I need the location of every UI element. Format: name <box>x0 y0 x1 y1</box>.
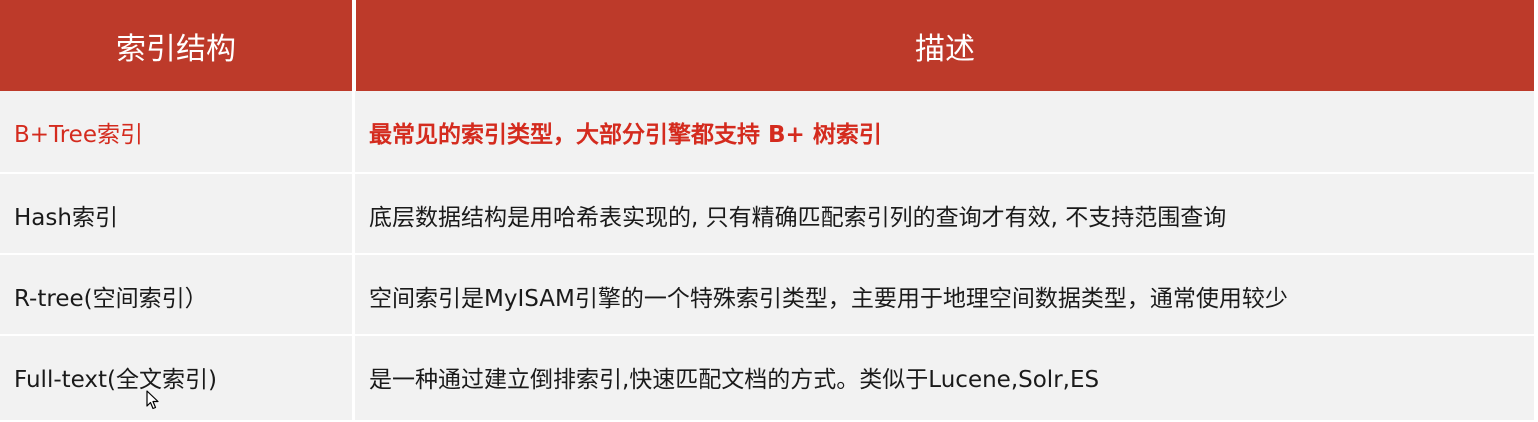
row-description: 最常见的索引类型，大部分引擎都支持 B+ 树索引 <box>369 121 882 148</box>
table-row: B+Tree索引 最常见的索引类型，大部分引擎都支持 B+ 树索引 <box>0 91 1534 172</box>
table-row: R-tree(空间索引） 空间索引是MyISAM引擎的一个特殊索引类型，主要用于… <box>0 255 1534 336</box>
row-structure: R-tree(空间索引） <box>14 285 208 312</box>
index-structure-table: 索引结构 描述 B+Tree索引 最常见的索引类型，大部分引擎都支持 B+ 树索… <box>0 0 1534 420</box>
row-description: 是一种通过建立倒排索引,快速匹配文档的方式。类似于Lucene,Solr,ES <box>369 366 1100 393</box>
table-row: Full-text(全文索引) 是一种通过建立倒排索引,快速匹配文档的方式。类似… <box>0 336 1534 417</box>
row-description: 空间索引是MyISAM引擎的一个特殊索引类型，主要用于地理空间数据类型，通常使用… <box>369 285 1288 312</box>
table-row: Hash索引 底层数据结构是用哈希表实现的, 只有精确匹配索引列的查询才有效, … <box>0 174 1534 255</box>
row-structure: Hash索引 <box>14 204 118 231</box>
column-divider <box>352 91 355 420</box>
row-structure: B+Tree索引 <box>14 121 143 148</box>
mouse-pointer-icon <box>146 390 159 410</box>
header-index-structure: 索引结构 <box>116 31 236 67</box>
row-description: 底层数据结构是用哈希表实现的, 只有精确匹配索引列的查询才有效, 不支持范围查询 <box>369 204 1227 231</box>
table-header: 索引结构 描述 <box>0 0 1534 91</box>
header-description: 描述 <box>915 31 975 67</box>
row-structure: Full-text(全文索引) <box>14 366 217 393</box>
